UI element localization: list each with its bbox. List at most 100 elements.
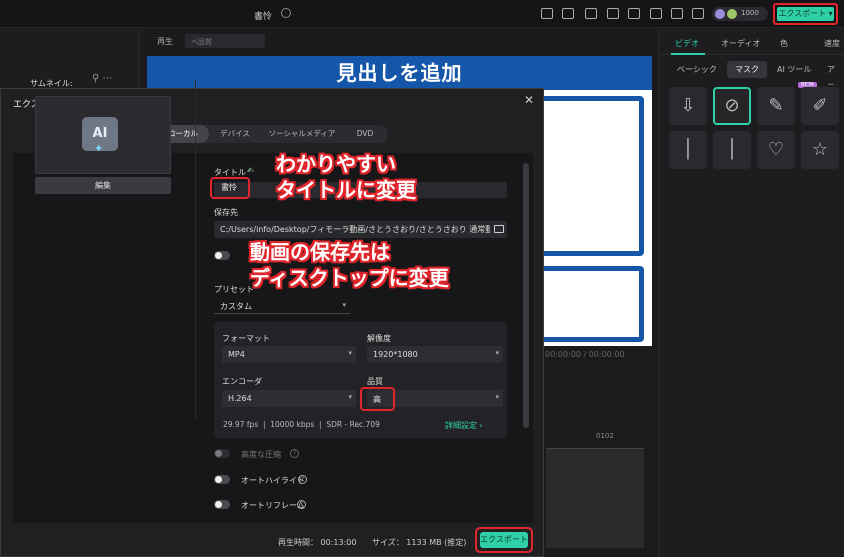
title-highlight: 書怜 bbox=[210, 177, 250, 199]
monitor-icon[interactable] bbox=[607, 8, 619, 19]
export-button-highlight: エクスポート bbox=[475, 527, 533, 553]
filter-icon[interactable]: ⚲ ⋯ bbox=[92, 73, 113, 84]
chevron-down-icon: ▾ bbox=[342, 301, 346, 309]
cloud-icon[interactable] bbox=[650, 8, 662, 19]
preset-label: プリセット bbox=[214, 285, 254, 294]
credits-count: 1000 bbox=[741, 9, 759, 17]
duration-text: 再生時間： 00:13:00 bbox=[278, 538, 357, 547]
advanced-settings-link[interactable]: 詳細設定 › bbox=[445, 420, 483, 431]
title-value: 書怜 bbox=[221, 183, 237, 192]
export-info-row: 29.97 fps | 10000 kbps | SDR - Rec.709 bbox=[223, 420, 380, 429]
tab-social[interactable]: ソーシャルメディア bbox=[261, 125, 343, 143]
line-mask-icon[interactable]: │ bbox=[669, 131, 707, 169]
property-tabs: ビデオ オーディオ 色 速度 bbox=[659, 29, 844, 55]
format-label: フォーマット bbox=[222, 334, 270, 343]
active-tab-underline bbox=[671, 53, 705, 55]
ai-pen-icon[interactable]: ✍ bbox=[247, 166, 254, 175]
quality-label: 品質 bbox=[367, 377, 383, 386]
property-panel: ビデオ オーディオ 色 速度 ベーシック マスク AI ツール アニメ BETA… bbox=[658, 29, 844, 557]
tab-video[interactable]: ビデオ bbox=[675, 38, 699, 49]
tab-audio[interactable]: オーディオ bbox=[721, 38, 760, 49]
no-mask-icon[interactable]: ⊘ bbox=[713, 87, 751, 125]
toggle-knob bbox=[215, 450, 222, 457]
support-icon[interactable] bbox=[671, 8, 683, 19]
saved-check-icon bbox=[281, 8, 291, 18]
preview-frame-bottom bbox=[532, 266, 644, 342]
credits-badge[interactable]: 1000 bbox=[712, 7, 768, 21]
encoder-label: エンコーダ bbox=[222, 377, 262, 386]
close-icon[interactable]: ✕ bbox=[524, 93, 534, 107]
avatar bbox=[715, 9, 725, 19]
gift-icon[interactable] bbox=[541, 8, 553, 19]
annotation-title-line1: わかりやすい bbox=[276, 152, 396, 176]
quality-value: 高 bbox=[373, 395, 381, 404]
encoder-select[interactable]: H.264 ▾ bbox=[222, 390, 356, 407]
toggle-knob bbox=[215, 501, 222, 508]
chevron-down-icon: ▾ bbox=[348, 349, 352, 357]
star-mask-icon[interactable]: ☆ bbox=[801, 131, 839, 169]
preview-frame-top bbox=[532, 96, 644, 256]
help-icon[interactable]: ? bbox=[297, 500, 306, 509]
subtab-ai-tools[interactable]: AI ツール bbox=[769, 61, 819, 78]
playback-time: 00:00:00 / 00:00:00 bbox=[545, 350, 625, 359]
quality-highlight: 高 bbox=[360, 387, 395, 411]
panel-divider bbox=[195, 80, 196, 420]
size-estimate-text: サイズ： 1133 MB (推定) bbox=[372, 538, 467, 547]
timeline-clip[interactable] bbox=[546, 448, 644, 548]
subtab-mask[interactable]: マスク bbox=[727, 61, 767, 78]
thumbnail-preview[interactable]: AI ✦ bbox=[35, 96, 171, 174]
format-select[interactable]: MP4 ▾ bbox=[222, 346, 356, 363]
subtab-basic[interactable]: ベーシック bbox=[669, 61, 725, 78]
toggle-knob bbox=[215, 476, 222, 483]
export-target-tabs: ローカル デバイス ソーシャルメディア DVD bbox=[156, 125, 388, 143]
save-path-text: C:/Users/info/Desktop/フィモーラ動画/さとうさおり/さとう… bbox=[220, 225, 490, 234]
save-toggle[interactable] bbox=[214, 251, 230, 260]
auto-reframe-label: オートリフレーム bbox=[241, 501, 305, 510]
settings-scrollbar[interactable] bbox=[523, 163, 529, 428]
chevron-down-icon: ▾ bbox=[495, 393, 499, 401]
grid-icon[interactable] bbox=[692, 8, 704, 19]
import-mask-icon[interactable]: ⇩ bbox=[669, 87, 707, 125]
resolution-select[interactable]: 1920*1080 ▾ bbox=[367, 346, 503, 363]
tab-dvd[interactable]: DVD bbox=[345, 125, 385, 143]
timeline-ruler: 0102 bbox=[596, 432, 614, 440]
sparkle-icon: ✦ bbox=[94, 142, 104, 155]
preview-header: 再生 ベ品質 bbox=[147, 29, 655, 53]
tab-color[interactable]: 色 bbox=[780, 38, 788, 49]
chevron-down-icon: ▾ bbox=[348, 393, 352, 401]
compress-toggle[interactable] bbox=[214, 449, 230, 458]
send-icon[interactable] bbox=[562, 8, 574, 19]
quality-select[interactable]: ベ品質 bbox=[185, 34, 265, 48]
annotation-title-line2: タイトルに変更 bbox=[276, 178, 416, 202]
export-button[interactable]: エクスポート bbox=[480, 532, 528, 548]
double-line-mask-icon[interactable]: │ bbox=[713, 131, 751, 169]
toggle-knob bbox=[215, 252, 222, 259]
help-icon[interactable]: ? bbox=[298, 475, 307, 484]
preset-select[interactable]: カスタム ▾ bbox=[214, 298, 350, 314]
auto-reframe-toggle[interactable] bbox=[214, 500, 230, 509]
auto-highlight-label: オートハイライト bbox=[241, 476, 305, 485]
thumbnail-label: サムネイル: bbox=[30, 79, 73, 88]
heart-mask-icon[interactable]: ♡ bbox=[757, 131, 795, 169]
subtab-animation[interactable]: アニメ bbox=[819, 61, 844, 108]
save-icon[interactable] bbox=[628, 8, 640, 19]
help-icon[interactable]: ? bbox=[290, 449, 299, 458]
pen-mask-icon[interactable]: ✎ bbox=[757, 87, 795, 125]
edit-thumbnail-button[interactable]: 編集 bbox=[35, 177, 171, 194]
top-bar: 書怜 1000 エクスポート ▾ bbox=[0, 0, 844, 28]
export-top-button[interactable]: エクスポート ▾ bbox=[777, 7, 834, 21]
auto-highlight-toggle[interactable] bbox=[214, 475, 230, 484]
preview-banner: 見出しを追加 bbox=[147, 56, 652, 90]
tab-speed[interactable]: 速度 bbox=[824, 38, 840, 49]
export-top-highlight: エクスポート ▾ bbox=[773, 3, 838, 25]
folder-icon[interactable] bbox=[494, 225, 504, 233]
project-title: 書怜 bbox=[254, 12, 273, 22]
chevron-down-icon: ▾ bbox=[495, 349, 499, 357]
brush-mask-icon[interactable]: ✐ bbox=[801, 87, 839, 125]
annotation-save-line2: ディスクトップに変更 bbox=[250, 266, 449, 290]
layout-icon[interactable] bbox=[585, 8, 597, 19]
compress-label: 高度な圧縮 bbox=[241, 450, 281, 459]
player-label: 再生 bbox=[157, 37, 173, 46]
save-path-field[interactable]: C:/Users/info/Desktop/フィモーラ動画/さとうさおり/さとう… bbox=[214, 221, 507, 238]
tab-device[interactable]: デバイス bbox=[211, 125, 259, 143]
